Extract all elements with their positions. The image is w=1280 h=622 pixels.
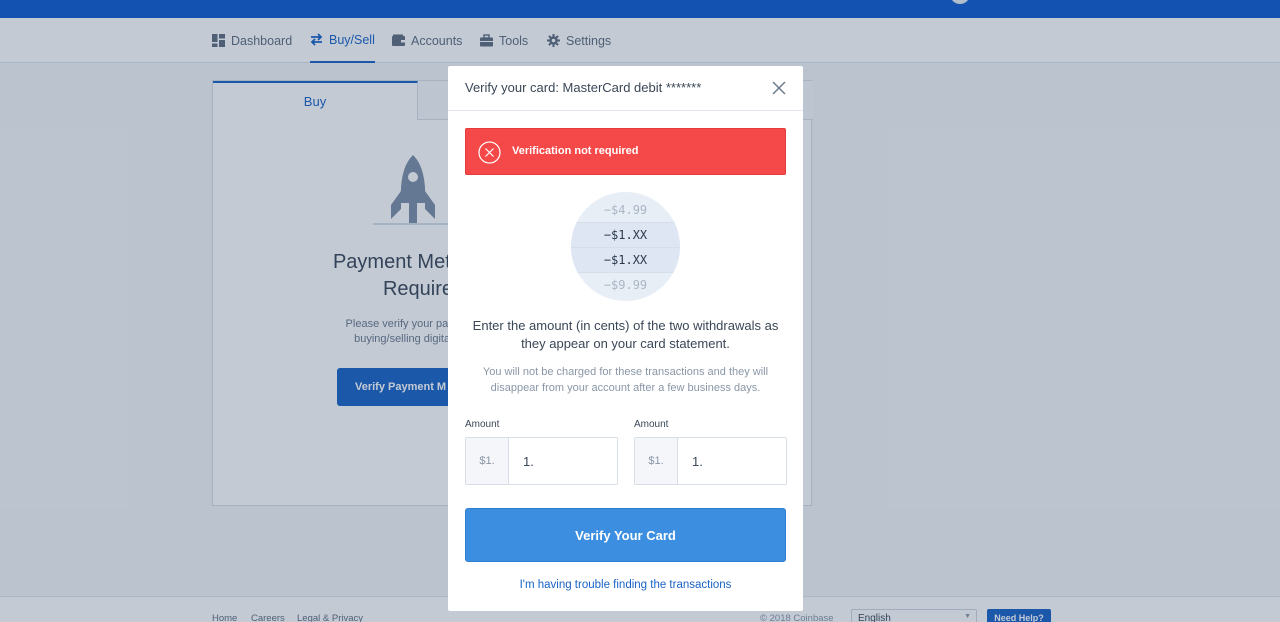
amount-field-1: $1.: [465, 437, 618, 485]
amount-label-2: Amount: [634, 419, 669, 430]
no-charge-note: You will not be charged for these transa…: [482, 366, 769, 394]
amount-prefix-2: $1.: [635, 438, 678, 484]
error-circle-icon: [478, 141, 501, 164]
statement-row: −$9.99: [603, 278, 648, 292]
statement-row: −$4.99: [571, 198, 680, 223]
verification-alert: Verification not required: [465, 128, 786, 175]
close-icon[interactable]: [771, 80, 787, 96]
modal-header: Verify your card: MasterCard debit *****…: [448, 66, 803, 111]
trouble-finding-transactions-link[interactable]: I'm having trouble finding the transacti…: [465, 579, 786, 591]
verify-card-modal: Verify your card: MasterCard debit *****…: [448, 66, 803, 611]
amount-input-1[interactable]: [510, 438, 617, 484]
statement-row-highlight: −$1.XX: [571, 223, 680, 248]
card-statement-illustration: −$4.99 −$1.XX −$1.XX −$9.99: [571, 192, 680, 301]
amount-input-2[interactable]: [679, 438, 786, 484]
amount-field-2: $1.: [634, 437, 787, 485]
instructions: Enter the amount (in cents) of the two w…: [472, 318, 779, 351]
verify-card-button[interactable]: Verify Your Card: [465, 508, 786, 562]
modal-title: Verify your card: MasterCard debit *****…: [465, 80, 702, 95]
statement-row-highlight: −$1.XX: [571, 248, 680, 273]
amount-prefix-1: $1.: [466, 438, 509, 484]
alert-text: Verification not required: [512, 145, 639, 157]
amount-label-1: Amount: [465, 419, 500, 430]
